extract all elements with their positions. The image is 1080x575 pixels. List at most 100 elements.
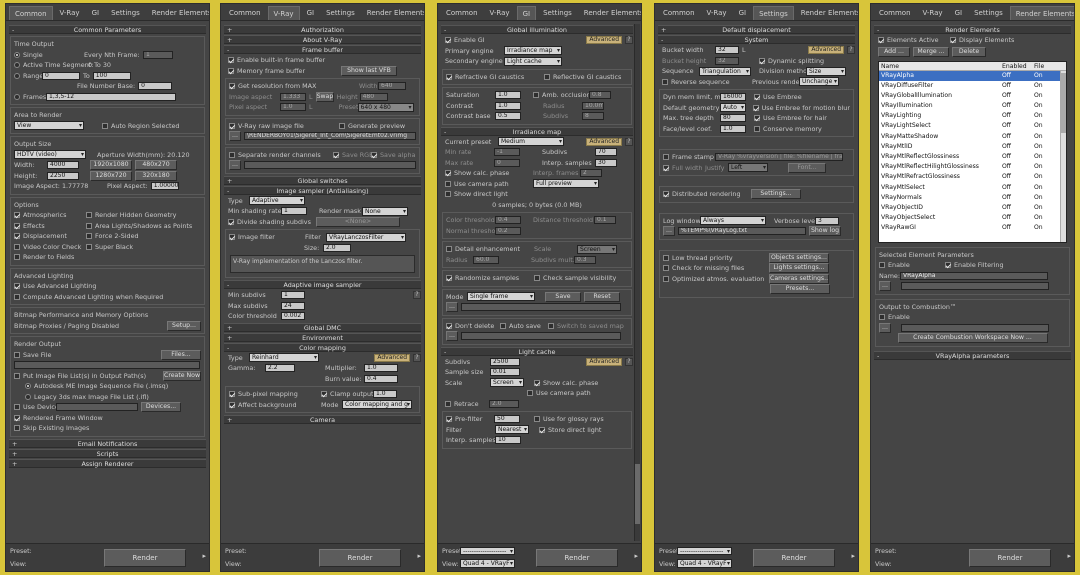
display-elements-checkbox[interactable] (950, 37, 956, 44)
add-element-button[interactable]: Add ... (878, 47, 910, 57)
interp-frames-input[interactable]: 2 (580, 169, 602, 178)
width-input[interactable]: 4000 (47, 161, 79, 170)
lc-use-camera-checkbox[interactable] (527, 390, 533, 397)
merge-element-button[interactable]: Merge ... (913, 47, 949, 57)
size-preset-dropdown[interactable]: HDTV (video) (14, 150, 86, 160)
show-last-vfb-button[interactable]: Show last VFB (341, 65, 397, 76)
delete-element-button[interactable]: Delete (952, 47, 986, 57)
list-item[interactable]: VRayMtlRefractGlossiness Off On (879, 172, 1066, 182)
prefilter-checkbox[interactable] (446, 416, 452, 423)
tab-render-elements[interactable]: Render Elements (147, 6, 209, 20)
resolution-preset-dropdown[interactable]: 640 x 480 (357, 102, 414, 112)
rendered-window-checkbox[interactable] (14, 414, 20, 421)
ao-radius-input[interactable]: 10.0m (582, 101, 604, 110)
rollout-about-vray[interactable]: + About V-Ray (224, 35, 421, 44)
list-item[interactable]: VRayIllumination Off On (879, 101, 1066, 111)
multiplier-input[interactable]: 1.0 (364, 364, 398, 373)
bucket-width-input[interactable]: 32 (715, 46, 739, 55)
distance-threshold-input[interactable]: 0.1 (594, 216, 616, 225)
render-button[interactable]: Render (104, 549, 186, 567)
column-header[interactable]: File (1034, 62, 1046, 70)
color-threshold-input[interactable]: 0.002 (281, 312, 305, 321)
list-item[interactable]: VRayDiffuseFilter Off On (879, 81, 1066, 91)
raw-path-input[interactable]: \RENDERBOY01\Sigeret_Int_Com\SigeretEmt0… (244, 132, 416, 141)
tab-render-elements[interactable]: Render Elements (362, 6, 424, 20)
rollout-render-elements[interactable]: - Render Elements (874, 25, 1071, 34)
frames-input[interactable]: 1,3,5-12 (46, 92, 176, 101)
tab-common[interactable]: Common (441, 6, 483, 20)
distributed-rendering-checkbox[interactable] (663, 191, 669, 198)
render-button[interactable]: Render (536, 549, 618, 567)
check-visibility-checkbox[interactable] (534, 275, 540, 282)
list-item[interactable]: VRayMtlReflectHilightGlossiness Off On (879, 162, 1066, 172)
reverse-sequence-checkbox[interactable] (662, 78, 668, 85)
show-direct-light-checkbox[interactable] (445, 191, 451, 198)
verbose-level-input[interactable]: 3 (815, 216, 839, 225)
list-item[interactable]: VRayObjectSelect Off On (879, 213, 1066, 223)
swap-button[interactable]: Swap (315, 91, 334, 102)
switch-to-saved-checkbox[interactable] (548, 322, 554, 329)
use-camera-path-checkbox[interactable] (445, 180, 451, 187)
rollout-light-cache[interactable]: - Light cache (441, 346, 633, 356)
sequence-dropdown[interactable]: Triangulation (699, 66, 751, 76)
super-black-checkbox[interactable] (86, 243, 92, 250)
show-log-button[interactable]: Show log (809, 226, 841, 237)
enable-element-checkbox[interactable] (879, 262, 885, 269)
irradiance-subdivs-input[interactable]: 70 (595, 148, 617, 157)
vertical-scrollbar[interactable] (634, 24, 640, 541)
browse-button[interactable]: ... (229, 160, 241, 171)
max-rate-input[interactable]: 0 (494, 158, 520, 167)
list-item[interactable]: VRayNormals Off On (879, 193, 1066, 203)
save-file-checkbox[interactable] (14, 351, 20, 358)
bucket-height-input[interactable]: 32 (715, 56, 739, 65)
single-radio[interactable] (14, 51, 20, 58)
area-dropdown[interactable]: View (14, 121, 84, 131)
tab-settings[interactable]: Settings (321, 6, 360, 20)
saturation-input[interactable]: 1.0 (495, 91, 521, 100)
filter-dropdown[interactable]: VRayLanczosFilter (326, 232, 406, 242)
tab-vray[interactable]: V-Ray (918, 6, 948, 20)
expand-arrow-icon[interactable]: ▸ (634, 552, 638, 560)
dyn-mem-input[interactable]: 16000 (720, 93, 746, 102)
dynamic-splitting-checkbox[interactable] (759, 57, 765, 64)
save-rgb-checkbox[interactable] (333, 151, 339, 158)
tab-render-elements[interactable]: Render Elements (1009, 6, 1074, 20)
use-device-checkbox[interactable] (14, 404, 20, 411)
randomize-samples-checkbox[interactable] (446, 275, 452, 282)
lc-show-calc-checkbox[interactable] (534, 379, 540, 386)
objects-settings-button[interactable]: Objects settings... (769, 252, 829, 263)
expand-arrow-icon[interactable]: ▸ (417, 552, 421, 560)
force-2sided-checkbox[interactable] (86, 233, 92, 240)
divide-shading-checkbox[interactable] (228, 218, 234, 225)
scrollbar-thumb[interactable] (1061, 72, 1066, 133)
dr-settings-button[interactable]: Settings... (751, 189, 801, 200)
auto-region-checkbox[interactable] (102, 122, 108, 129)
browse-button[interactable]: ... (879, 281, 891, 292)
tab-settings[interactable]: Settings (753, 6, 794, 20)
rollout-email[interactable]: + Email Notifications (9, 438, 206, 448)
list-item[interactable]: VRayLightSelect Off On (879, 121, 1066, 131)
autosave-file-input[interactable] (461, 332, 621, 341)
ao-amount-input[interactable]: 0.8 (589, 91, 611, 100)
frame-stamp-input[interactable]: V-Ray %vrayversion | file: %filename | f… (715, 153, 843, 162)
rollout-camera[interactable]: + Camera (224, 415, 421, 424)
browse-button[interactable]: ... (879, 322, 891, 333)
list-item[interactable]: VRayMatteShadow Off On (879, 132, 1066, 142)
default-geometry-dropdown[interactable]: Auto (720, 103, 746, 113)
ambient-occlusion-checkbox[interactable] (533, 92, 539, 99)
browse-button[interactable]: ... (663, 226, 675, 237)
previous-render-dropdown[interactable]: Unchange (799, 77, 839, 87)
rollout-environment[interactable]: + Environment (224, 332, 421, 342)
detail-enhancement-checkbox[interactable] (446, 246, 452, 253)
cameras-settings-button[interactable]: Cameras settings... (769, 273, 829, 284)
retrace-checkbox[interactable] (445, 400, 451, 407)
tab-settings[interactable]: Settings (538, 6, 577, 20)
devices-button[interactable]: Devices... (141, 402, 181, 413)
min-shading-input[interactable]: 1 (281, 207, 307, 216)
res-button[interactable]: 1280x720 (90, 170, 132, 181)
column-header[interactable]: Enabled (1002, 62, 1034, 70)
help-icon[interactable]: ? (625, 137, 633, 146)
auto-save-checkbox[interactable] (500, 322, 506, 329)
render-button[interactable]: Render (319, 549, 401, 567)
combustion-file-input[interactable] (901, 323, 1049, 332)
